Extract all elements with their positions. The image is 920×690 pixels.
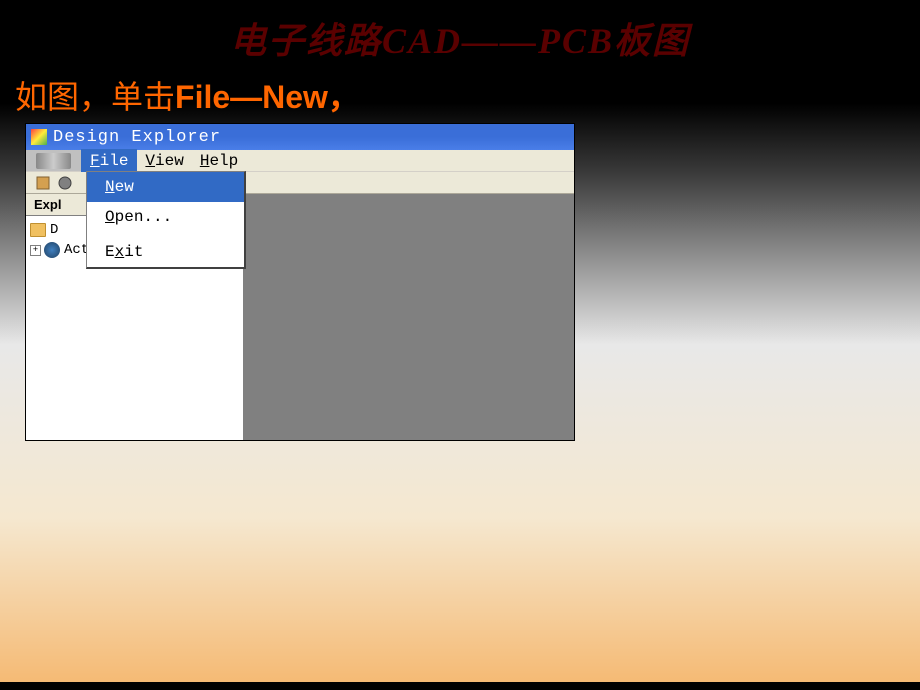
menubar-row: File View Help xyxy=(26,150,574,172)
dropdown-exit[interactable]: Exit xyxy=(87,237,244,267)
dropdown-new[interactable]: New xyxy=(87,172,244,202)
tree-item-desktop-label: D xyxy=(50,222,58,238)
menu-help-accel: H xyxy=(200,152,210,170)
instruction-prefix: 如图，单击 xyxy=(15,79,175,115)
globe-icon xyxy=(44,242,60,258)
titlebar: Design Explorer xyxy=(26,124,574,150)
dropdown-open[interactable]: Open... xyxy=(87,202,244,232)
dropdown-open-rest: pen... xyxy=(115,208,173,226)
menubar: File View Help xyxy=(81,150,246,171)
tree-expand-icon[interactable]: + xyxy=(30,245,41,256)
dropdown-exit-post: it xyxy=(124,243,143,261)
menu-view-rest: iew xyxy=(155,152,184,170)
folder-icon xyxy=(30,223,46,237)
dropdown-exit-accel: x xyxy=(115,243,125,261)
menu-help[interactable]: Help xyxy=(192,150,246,172)
menu-view[interactable]: View xyxy=(137,150,191,172)
window-title: Design Explorer xyxy=(53,128,221,147)
bottom-border xyxy=(0,682,920,690)
file-dropdown: New Open... Exit xyxy=(86,171,246,269)
logo-icon xyxy=(36,153,71,169)
toolbar-icon-1[interactable] xyxy=(34,174,52,192)
menu-file-accel: F xyxy=(90,152,100,170)
menu-file[interactable]: File xyxy=(81,149,137,173)
dropdown-exit-pre: E xyxy=(105,243,115,261)
menu-view-accel: V xyxy=(145,152,155,170)
dropdown-new-accel: N xyxy=(105,178,115,196)
dropdown-new-rest: ew xyxy=(115,178,134,196)
instruction-text: 如图，单击File—New， xyxy=(0,72,920,118)
slide-title: 电子线路CAD——PCB板图 xyxy=(0,0,920,64)
toolbar-icon-2[interactable] xyxy=(56,174,74,192)
dropdown-open-accel: O xyxy=(105,208,115,226)
app-icon xyxy=(31,129,47,145)
dropdown-separator xyxy=(89,234,242,235)
content-area xyxy=(244,194,574,440)
menu-file-rest: ile xyxy=(100,152,129,170)
logo-area xyxy=(26,150,81,171)
explorer-tab-label[interactable]: Expl xyxy=(26,197,61,212)
menu-help-rest: elp xyxy=(209,152,238,170)
instruction-bold: File—New， xyxy=(175,79,360,115)
app-window: Design Explorer File View Help New xyxy=(25,123,575,441)
